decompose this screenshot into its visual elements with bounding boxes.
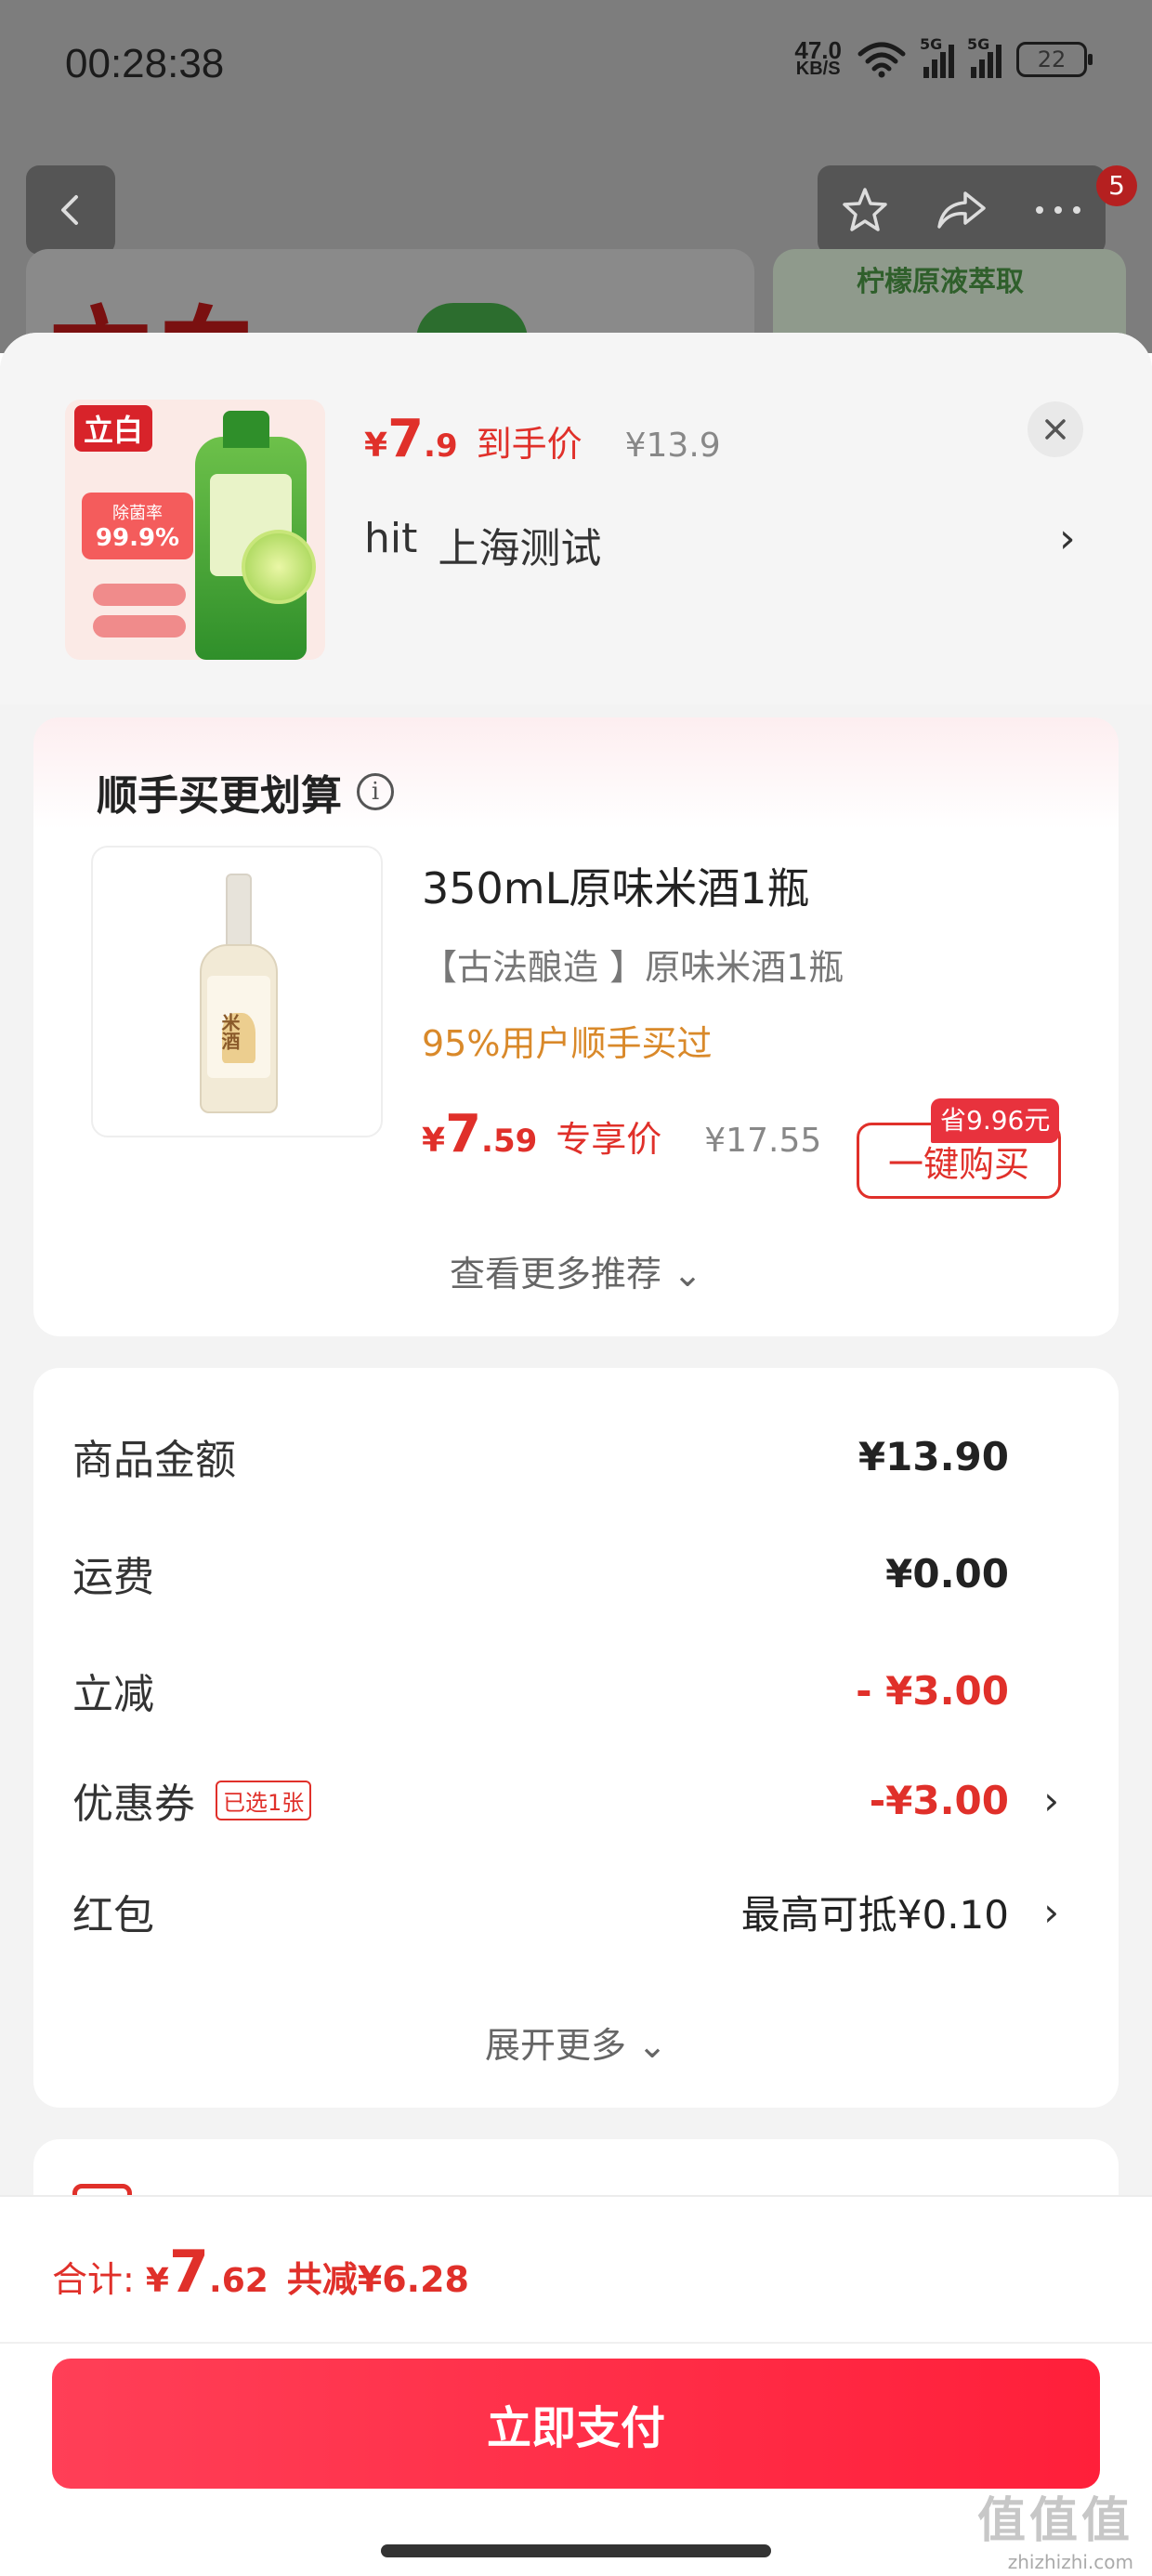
total-currency: ¥: [145, 2262, 169, 2300]
upsell-card: 顺手买更划算 i 米酒 350mL原味米酒1瓶 【古法酿造 】原味米酒1瓶 95…: [33, 717, 1119, 1336]
product-pill: [93, 615, 186, 637]
price-currency: ¥: [364, 427, 388, 465]
top-action-group: [818, 165, 1106, 255]
back-button[interactable]: [26, 165, 115, 255]
original-price: ¥13.9: [624, 427, 721, 465]
home-indicator[interactable]: [381, 2544, 771, 2557]
price-row-shipping: 运费 ¥0.00: [72, 1541, 1080, 1606]
chevron-right-icon: ›: [1043, 1888, 1059, 1935]
upsell-price-integer: 7: [445, 1104, 482, 1164]
upsell-price-decimal: .59: [481, 1123, 538, 1160]
product-logo: 立白: [74, 405, 153, 452]
upsell-price-currency: ¥: [422, 1122, 446, 1160]
total-label: 合计:: [52, 2259, 135, 2300]
total-decimal: .62: [209, 2262, 268, 2300]
total-saved: 共减¥6.28: [286, 2259, 469, 2300]
upsell-price: ¥ 7 .59 专享价 ¥17.55: [422, 1104, 821, 1164]
notification-badge: 5: [1096, 165, 1137, 206]
product-tagline: 除菌率 99.9%: [82, 493, 193, 559]
product-tagline-small: 除菌率: [112, 504, 163, 523]
row-label: 红包: [72, 1892, 154, 1939]
divider: [0, 2342, 1152, 2344]
price-details-card: 商品金额 ¥13.90 运费 ¥0.00 立减 - ¥3.00 优惠券 已选1张…: [33, 1368, 1119, 2108]
price-row-discount: 立减 - ¥3.00: [72, 1658, 1080, 1723]
background-page: 00:28:38 47.0 KB/S 5G 5G 22 5 柠檬原液萃取: [0, 0, 1152, 353]
signal-label-2: 5G: [967, 35, 990, 53]
status-bar: 00:28:38 47.0 KB/S 5G 5G 22: [0, 0, 1152, 139]
chevron-right-icon[interactable]: ›: [1059, 515, 1076, 562]
price-integer: 7: [387, 409, 425, 469]
row-label: 优惠券: [72, 1781, 195, 1828]
background-banner-text: 柠檬原液萃取: [857, 266, 1024, 298]
row-value: ¥13.90: [857, 1433, 1009, 1479]
signal-icon-2: 5G: [967, 35, 1001, 78]
close-button[interactable]: [1028, 401, 1083, 457]
upsell-product-desc: 【古法酿造 】原味米酒1瓶: [422, 947, 844, 988]
chevron-right-icon: ›: [1043, 1777, 1059, 1823]
row-label: 运费: [72, 1554, 154, 1601]
order-summary-header: 立白 除菌率 99.9% ¥ 7 .9 到手价 ¥13.9 hit 上海测试 ›: [0, 333, 1152, 704]
signal-icon-1: 5G: [920, 35, 954, 78]
upsell-product-image[interactable]: 米酒: [91, 846, 383, 1137]
address-selector[interactable]: hit 上海测试: [364, 515, 601, 574]
checkout-bottom-bar: 合计: ¥ 7 .62 共减¥6.28 立即支付 值值值 zhizhizhi.c…: [0, 2195, 1152, 2576]
price-row-coupon[interactable]: 优惠券 已选1张 -¥3.00 ›: [72, 1768, 1080, 1833]
row-label: 商品金额: [72, 1437, 236, 1484]
total-integer: 7: [168, 2238, 210, 2306]
row-value: ¥0.00: [885, 1550, 1009, 1597]
price-label: 到手价: [476, 424, 583, 465]
more-recommendations-link[interactable]: 查看更多推荐 ⌄: [33, 1245, 1119, 1296]
address-name: hit: [364, 515, 418, 562]
signal-label-1: 5G: [920, 35, 943, 53]
address-location: 上海测试: [438, 525, 602, 572]
product-tagline-big: 99.9%: [95, 524, 180, 552]
product-pill: [93, 584, 186, 606]
bottle-label: 米酒: [218, 1013, 241, 1050]
price-row-red-packet[interactable]: 红包 最高可抵¥0.10 ›: [72, 1879, 1080, 1944]
save-badge: 省9.96元: [931, 1098, 1060, 1143]
rice-wine-bottle: 米酒: [200, 874, 278, 1115]
order-total: 合计: ¥ 7 .62 共减¥6.28: [52, 2238, 469, 2306]
coupon-selected-chip: 已选1张: [216, 1780, 312, 1820]
network-speed-value: 47.0: [794, 36, 842, 64]
watermark-url: zhizhizhi.com: [1007, 2551, 1133, 2573]
upsell-purchase-stat: 95%用户顺手买过: [422, 1023, 713, 1064]
upsell-title: 顺手买更划算 i: [97, 762, 394, 821]
battery-icon: 22: [1016, 42, 1093, 77]
more-icon[interactable]: [1032, 201, 1084, 219]
upsell-product-name[interactable]: 350mL原味米酒1瓶: [422, 855, 810, 916]
upsell-title-text: 顺手买更划算: [97, 772, 342, 820]
price-decimal: .9: [424, 427, 458, 465]
status-time: 00:28:38: [65, 41, 225, 86]
upsell-price-label: 专享价: [556, 1119, 662, 1160]
row-value: - ¥3.00: [856, 1667, 1009, 1714]
watermark: 值值值 zhizhizhi.com: [977, 2481, 1133, 2573]
share-icon[interactable]: [934, 184, 989, 236]
row-label: 立减: [72, 1671, 154, 1718]
pay-now-button[interactable]: 立即支付: [52, 2359, 1100, 2489]
info-icon[interactable]: i: [357, 773, 394, 810]
network-speed: 47.0 KB/S: [794, 36, 842, 79]
star-icon[interactable]: [839, 184, 891, 236]
price-row-subtotal: 商品金额 ¥13.90: [72, 1424, 1080, 1489]
watermark-logo: 值值值: [976, 2493, 1133, 2549]
back-icon: [61, 195, 78, 225]
row-value: -¥3.00: [869, 1777, 1009, 1823]
product-thumbnail: 立白 除菌率 99.9%: [65, 400, 325, 660]
upsell-original-price: ¥17.55: [704, 1122, 822, 1160]
close-icon: [1045, 419, 1066, 440]
product-lime: [242, 530, 316, 604]
final-price: ¥ 7 .9 到手价 ¥13.9: [364, 409, 721, 469]
network-speed-unit: KB/S: [795, 59, 841, 79]
status-icons: 47.0 KB/S 5G 5G 22: [794, 35, 1093, 79]
expand-more-link[interactable]: 展开更多 ⌄: [33, 2017, 1119, 2068]
row-value: 最高可抵¥0.10: [740, 1891, 1009, 1938]
wifi-icon: [857, 42, 906, 78]
